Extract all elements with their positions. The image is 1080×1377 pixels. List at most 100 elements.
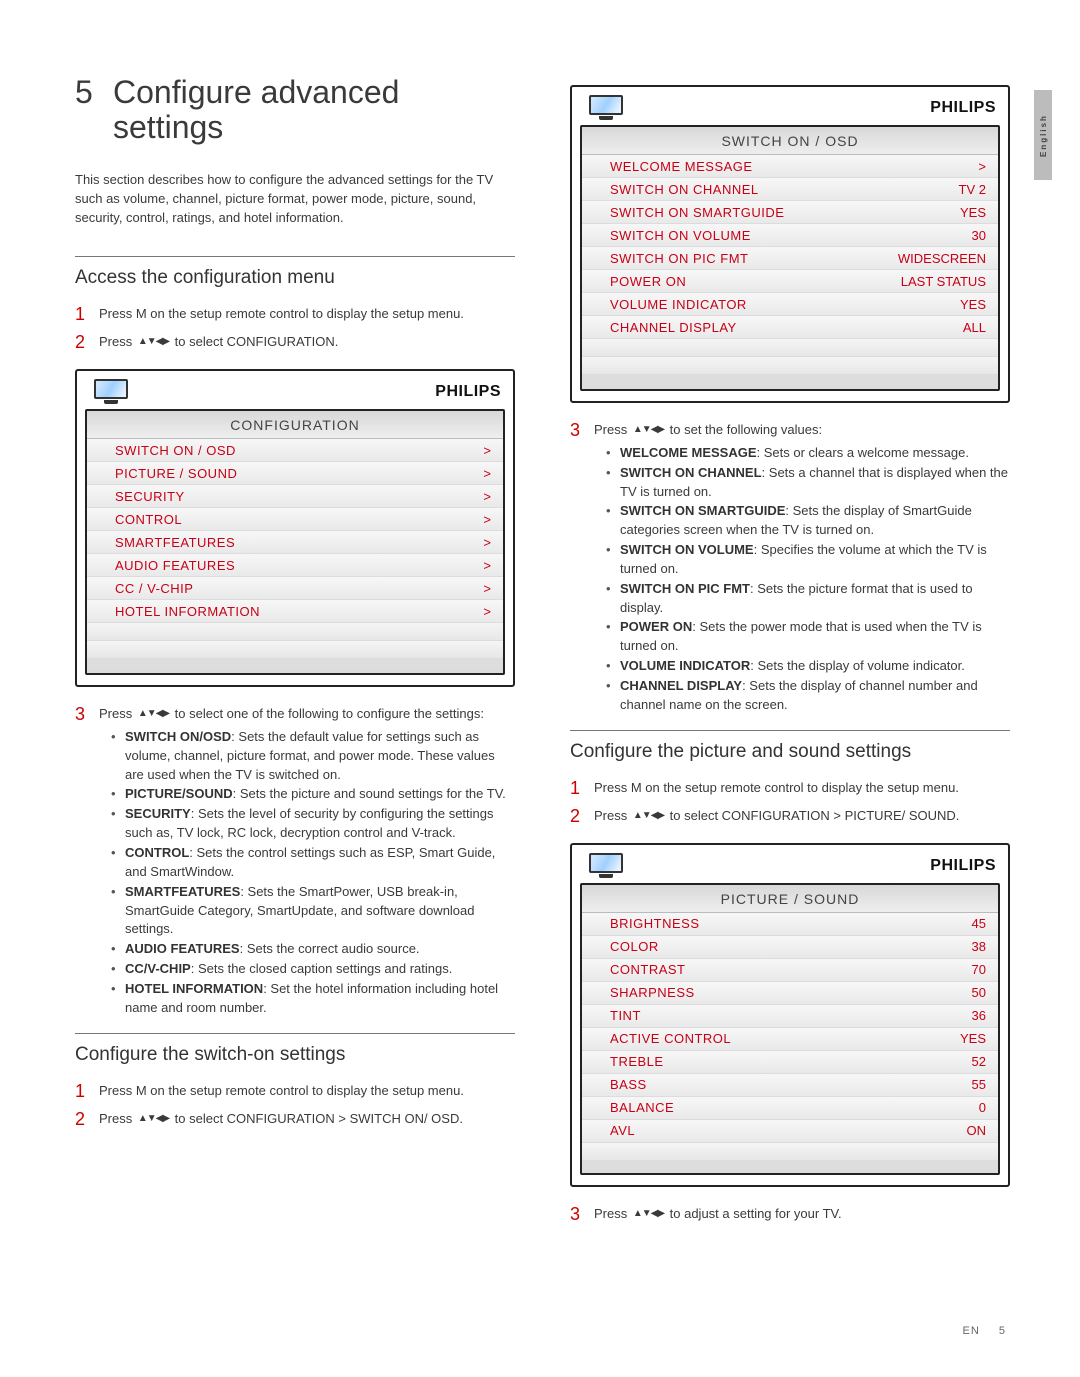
chapter-heading: 5 Configure advanced settings (75, 75, 515, 145)
switchon-steps: 1 Press M on the setup remote control to… (75, 1078, 515, 1132)
step-number: 1 (75, 1078, 89, 1104)
osd-row[interactable]: BASS55 (582, 1074, 998, 1097)
tv-icon (584, 95, 628, 121)
text: to select one of the following to config… (171, 706, 484, 721)
osd-row[interactable]: WELCOME MESSAGE> (582, 155, 998, 178)
text: to select CONFIGURATION > PICTURE/ SOUND… (666, 808, 959, 823)
osd-row[interactable]: SWITCH ON CHANNELTV 2 (582, 178, 998, 201)
osd-row[interactable]: BALANCE0 (582, 1097, 998, 1120)
picsound-step3: 3 Press ▲▼◀▶ to adjust a setting for you… (570, 1201, 1010, 1227)
osd-row-label: VOLUME INDICATOR (610, 297, 886, 312)
osd-row-label: SWITCH ON CHANNEL (610, 182, 886, 197)
step-number: 2 (570, 803, 584, 829)
osd-title: SWITCH ON / OSD (582, 127, 998, 155)
osd-row-label: BALANCE (610, 1100, 886, 1115)
osd-panel-configuration: PHILIPS CONFIGURATION SWITCH ON / OSD> P… (75, 369, 515, 687)
osd-row[interactable]: SWITCH ON PIC FMTWIDESCREEN (582, 247, 998, 270)
osd-row-value: > (391, 466, 491, 481)
osd-row[interactable]: COLOR38 (582, 936, 998, 959)
text: Press (594, 1206, 631, 1221)
text: Press (594, 808, 631, 823)
left-column: 5 Configure advanced settings This secti… (75, 75, 515, 1241)
osd-rows: WELCOME MESSAGE> SWITCH ON CHANNELTV 2 S… (582, 155, 998, 379)
osd-row-label: AUDIO FEATURES (115, 558, 391, 573)
osd-row-value: ALL (886, 320, 986, 335)
footer-page-number: 5 (999, 1325, 1005, 1337)
section-picsound-heading: Configure the picture and sound settings (570, 730, 1010, 763)
osd-row[interactable]: AUDIO FEATURES> (87, 554, 503, 577)
osd-row-value: 52 (886, 1054, 986, 1069)
osd-row-label: SWITCH ON VOLUME (610, 228, 886, 243)
osd-row[interactable]: CONTROL> (87, 508, 503, 531)
osd-row[interactable]: SMARTFEATURES> (87, 531, 503, 554)
footer-lang: EN (963, 1325, 980, 1337)
step-body: Press ▲▼◀▶ to select one of the followin… (99, 701, 515, 1019)
bullet-term: SWITCH ON VOLUME (620, 542, 754, 557)
osd-row[interactable]: CHANNEL DISPLAYALL (582, 316, 998, 339)
osd-row-label: SWITCH ON SMARTGUIDE (610, 205, 886, 220)
osd-blank-rows (582, 339, 998, 379)
bullet-term: CHANNEL DISPLAY (620, 678, 742, 693)
osd-row[interactable]: SWITCH ON / OSD> (87, 439, 503, 462)
osd-row-value: 30 (886, 228, 986, 243)
osd-row[interactable]: CC / V-CHIP> (87, 577, 503, 600)
switchon-bullets: WELCOME MESSAGE: Sets or clears a welcom… (594, 444, 1010, 715)
bullet-text: : Sets the closed caption settings and r… (191, 961, 453, 976)
osd-row[interactable]: PICTURE / SOUND> (87, 462, 503, 485)
bullet-term: SMARTFEATURES (125, 884, 240, 899)
osd-row-value: TV 2 (886, 182, 986, 197)
bullet-text: : Sets the correct audio source. (240, 941, 420, 956)
text: to select CONFIGURATION > SWITCH ON/ OSD… (171, 1111, 463, 1126)
osd-row[interactable]: POWER ONLAST STATUS (582, 270, 998, 293)
osd-row[interactable]: AVLON (582, 1120, 998, 1143)
osd-row-label: SWITCH ON PIC FMT (610, 251, 886, 266)
osd-row-label: SECURITY (115, 489, 391, 504)
text: to adjust a setting for your TV. (666, 1206, 842, 1221)
arrow-keys-icon: ▲▼◀▶ (631, 423, 666, 438)
osd-row-value: > (391, 535, 491, 550)
osd-row[interactable]: CONTRAST70 (582, 959, 998, 982)
osd-row-value: 50 (886, 985, 986, 1000)
osd-row-value: > (391, 604, 491, 619)
osd-row-value: 70 (886, 962, 986, 977)
osd-row[interactable]: SHARPNESS50 (582, 982, 998, 1005)
osd-row[interactable]: TINT36 (582, 1005, 998, 1028)
osd-row[interactable]: BRIGHTNESS45 (582, 913, 998, 936)
osd-row-value: > (886, 159, 986, 174)
section-access-heading: Access the configuration menu (75, 256, 515, 289)
osd-row-value: > (391, 512, 491, 527)
step-body: Press ▲▼◀▶ to select CONFIGURATION > SWI… (99, 1106, 515, 1132)
osd-row-value: > (391, 558, 491, 573)
step-number: 2 (75, 1106, 89, 1132)
osd-row[interactable]: SECURITY> (87, 485, 503, 508)
bullet-term: WELCOME MESSAGE (620, 445, 757, 460)
osd-row[interactable]: HOTEL INFORMATION> (87, 600, 503, 623)
arrow-keys-icon: ▲▼◀▶ (136, 1112, 171, 1127)
osd-row-label: CONTROL (115, 512, 391, 527)
step-body: Press M on the setup remote control to d… (99, 301, 515, 327)
bullet-term: HOTEL INFORMATION (125, 981, 263, 996)
osd-row[interactable]: TREBLE52 (582, 1051, 998, 1074)
osd-row[interactable]: SWITCH ON SMARTGUIDEYES (582, 201, 998, 224)
bullet-text: : Sets the display of volume indicator. (750, 658, 965, 673)
step-body: Press ▲▼◀▶ to select CONFIGURATION. (99, 329, 515, 355)
osd-row-label: PICTURE / SOUND (115, 466, 391, 481)
language-tab-label: English (1039, 114, 1048, 157)
bullet-term: SWITCH ON CHANNEL (620, 465, 762, 480)
osd-blank-rows (87, 623, 503, 663)
osd-row-value: > (391, 443, 491, 458)
right-column: PHILIPS SWITCH ON / OSD WELCOME MESSAGE>… (570, 75, 1010, 1241)
text: Press (594, 422, 631, 437)
chapter-title-line1: Configure advanced (113, 75, 399, 110)
arrow-keys-icon: ▲▼◀▶ (631, 1207, 666, 1222)
bullet-term: POWER ON (620, 619, 692, 634)
osd-row-label: ACTIVE CONTROL (610, 1031, 886, 1046)
osd-row[interactable]: ACTIVE CONTROLYES (582, 1028, 998, 1051)
osd-row[interactable]: VOLUME INDICATORYES (582, 293, 998, 316)
chapter-title-line2: settings (113, 110, 399, 145)
osd-row[interactable]: SWITCH ON VOLUME30 (582, 224, 998, 247)
osd-panel-picsound: PHILIPS PICTURE / SOUND BRIGHTNESS45 COL… (570, 843, 1010, 1187)
osd-blank-rows (582, 1143, 998, 1163)
brand-logo: PHILIPS (435, 383, 501, 401)
bullet-term: SWITCH ON SMARTGUIDE (620, 503, 785, 518)
